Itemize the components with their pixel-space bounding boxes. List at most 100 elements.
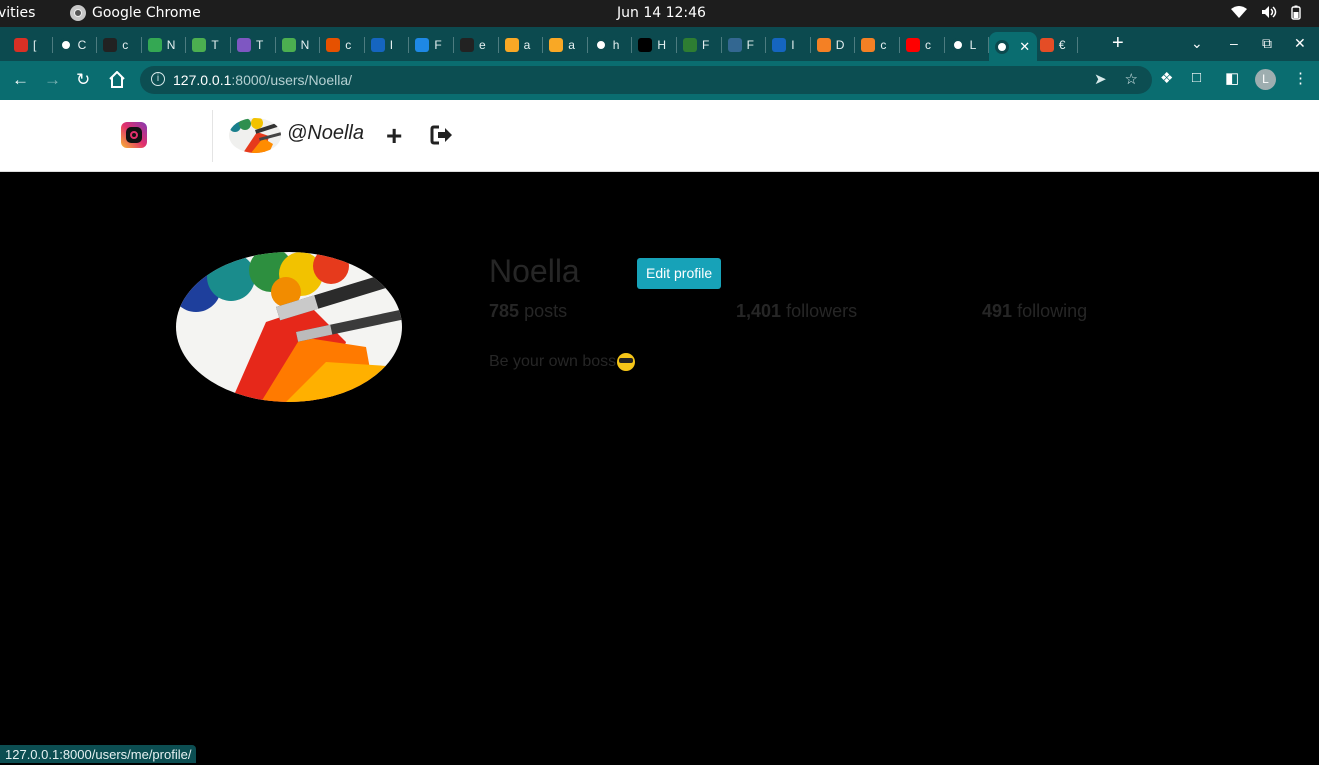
at-icon: [995, 39, 1010, 54]
browser-tab[interactable]: H: [632, 32, 677, 58]
profile-picture[interactable]: [176, 252, 402, 402]
drive-icon: [147, 38, 162, 52]
browser-tab[interactable]: C: [53, 32, 98, 58]
browser-tab[interactable]: ✕: [989, 32, 1038, 61]
browser-tab[interactable]: T: [231, 32, 276, 58]
maximize-button[interactable]: ⧉: [1262, 35, 1272, 52]
tab-title: c: [880, 38, 887, 52]
bio-text: Be your own boss: [489, 353, 617, 370]
tab-close-icon[interactable]: ✕: [1019, 39, 1030, 55]
menu-dots-icon[interactable]: ⋮: [1293, 69, 1308, 87]
site-info-icon[interactable]: i: [151, 72, 165, 86]
browser-tab[interactable]: c: [320, 32, 365, 58]
tab-title: N: [300, 38, 310, 52]
chrome-icon: [70, 5, 86, 21]
youtube-icon: [906, 38, 920, 52]
browser-tab[interactable]: F: [722, 32, 767, 58]
new-tab-button[interactable]: +: [1112, 32, 1124, 55]
github-icon: [460, 38, 474, 52]
page-content: @Noella + Noella Edit profile 785 posts …: [0, 100, 1319, 763]
browser-tab[interactable]: F: [409, 32, 454, 58]
browser-tab[interactable]: I: [365, 32, 410, 58]
following-stat[interactable]: 491 following: [982, 301, 1087, 322]
tab-title: C: [77, 38, 87, 52]
tab-title: a: [568, 38, 575, 52]
loader-icon: [415, 38, 430, 52]
followers-count: 1,401: [736, 301, 782, 321]
browser-tab[interactable]: T: [186, 32, 231, 58]
url-text[interactable]: 127.0.0.1:8000/users/Noella/: [173, 72, 352, 88]
tab-title: F: [702, 38, 710, 52]
tab-title: I: [389, 38, 394, 52]
profile-bio: Be your own boss: [489, 353, 636, 371]
tab-title: T: [256, 38, 264, 52]
following-label: following: [1017, 301, 1088, 321]
browser-tab[interactable]: c: [900, 32, 945, 58]
stack-icon: [816, 38, 831, 52]
browser-tab[interactable]: F: [677, 32, 722, 58]
browser-tab[interactable]: L: [945, 32, 990, 58]
tab-title: T: [211, 38, 219, 52]
stack-icon: [861, 38, 876, 52]
browser-tab[interactable]: N: [276, 32, 321, 58]
clock[interactable]: Jun 14 12:46: [617, 5, 706, 21]
browser-tab[interactable]: D: [811, 32, 856, 58]
instagram-logo-icon[interactable]: [121, 122, 147, 148]
tab-title: a: [523, 38, 531, 52]
browser-tab[interactable]: a: [499, 32, 544, 58]
minimize-button[interactable]: –: [1230, 35, 1238, 51]
app-name: Google Chrome: [92, 5, 201, 21]
dev-icon: [638, 38, 653, 52]
followers-stat[interactable]: 1,401 followers: [736, 301, 857, 322]
address-bar[interactable]: i 127.0.0.1:8000/users/Noella/ ➤ ☆: [140, 66, 1152, 94]
gmail-icon: [14, 38, 28, 52]
logout-icon[interactable]: [430, 124, 454, 146]
nav-username[interactable]: @Noella: [287, 122, 364, 145]
nav-avatar[interactable]: [229, 118, 281, 153]
extensions-puzzle-icon[interactable]: ❖: [1160, 69, 1173, 87]
cast-icon[interactable]: □: [1192, 69, 1201, 86]
tab-title: F: [746, 38, 754, 52]
bookmark-star-icon[interactable]: ☆: [1125, 70, 1138, 88]
sunglasses-emoji-icon: [617, 353, 636, 371]
following-count: 491: [982, 301, 1013, 321]
activities-button[interactable]: vities: [0, 5, 35, 21]
browser-tab[interactable]: a: [543, 32, 588, 58]
profile-avatar[interactable]: L: [1255, 69, 1276, 90]
close-window-button[interactable]: ✕: [1294, 35, 1306, 52]
system-tray[interactable]: [1231, 5, 1301, 20]
browser-tab[interactable]: N: [142, 32, 187, 58]
tab-title: c: [345, 38, 352, 52]
atom-icon: [772, 38, 787, 52]
browser-tab[interactable]: c: [855, 32, 900, 58]
tab-title: N: [166, 38, 176, 52]
tab-search-chevron-icon[interactable]: ⌄: [1191, 35, 1203, 52]
ask-icon: [326, 38, 341, 52]
forward-arrow-icon[interactable]: →: [44, 69, 61, 91]
app-menu[interactable]: Google Chrome: [70, 5, 201, 21]
tab-title: H: [657, 38, 667, 52]
edit-profile-button[interactable]: Edit profile: [637, 258, 722, 289]
browser-tab[interactable]: h: [588, 32, 633, 58]
posts-stat[interactable]: 785 posts: [489, 301, 567, 322]
browser-tab[interactable]: c: [97, 32, 142, 58]
github-icon: [103, 38, 118, 52]
add-post-icon[interactable]: +: [386, 121, 402, 151]
tab-title: c: [925, 38, 931, 52]
chart-icon: [370, 38, 385, 52]
globe-icon: [950, 38, 965, 52]
back-arrow-icon[interactable]: ←: [12, 69, 29, 91]
tab-title: [: [33, 38, 37, 52]
tab-title: e: [479, 38, 486, 52]
browser-tab[interactable]: €: [1034, 32, 1079, 58]
paint-brush-image: [229, 118, 281, 153]
browser-tab[interactable]: e: [454, 32, 499, 58]
send-icon[interactable]: ➤: [1094, 70, 1107, 88]
browser-toolbar: ← → ↻ i 127.0.0.1:8000/users/Noella/ ➤ ☆…: [0, 61, 1319, 100]
home-icon[interactable]: [108, 71, 126, 88]
reload-icon[interactable]: ↻: [76, 69, 90, 91]
browser-tab[interactable]: [: [8, 32, 53, 58]
tab-title: I: [791, 38, 795, 52]
browser-tab[interactable]: I: [766, 32, 811, 58]
side-panel-icon[interactable]: ◧: [1225, 69, 1239, 87]
